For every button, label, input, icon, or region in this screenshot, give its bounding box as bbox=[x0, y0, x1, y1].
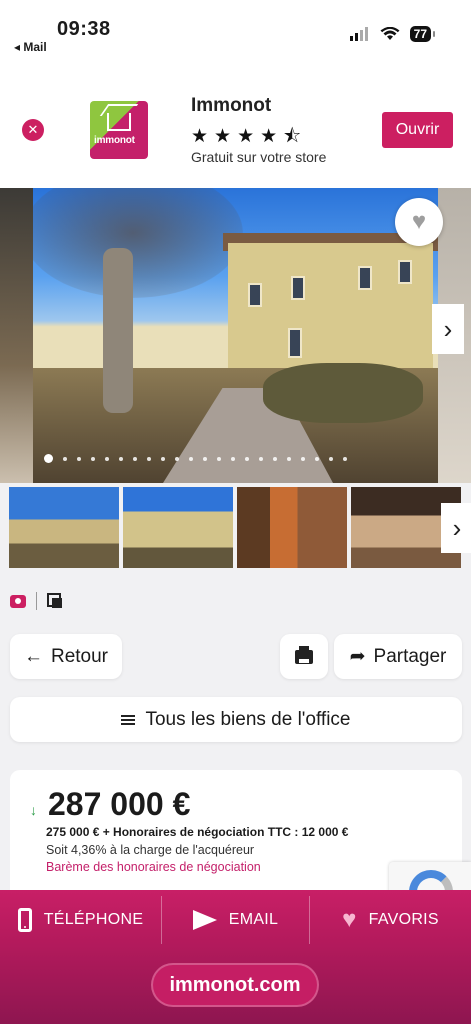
share-button[interactable]: ➦ Partager bbox=[334, 634, 462, 679]
share-icon: ➦ bbox=[349, 646, 366, 667]
favorite-heart-button[interactable]: ♥ bbox=[395, 198, 443, 246]
battery-indicator: 77 bbox=[409, 26, 436, 42]
favorites-label: FAVORIS bbox=[368, 911, 439, 928]
thumbnail-strip: › bbox=[9, 487, 471, 569]
app-subtitle: Gratuit sur votre store bbox=[191, 149, 327, 165]
status-time: 09:38 bbox=[57, 18, 111, 40]
logo-house-shape bbox=[107, 113, 131, 131]
bottom-action-bar: TÉLÉPHONE EMAIL ♥ FAVORIS immonot.com bbox=[0, 890, 471, 1024]
phone-icon bbox=[17, 908, 32, 932]
photo-window bbox=[291, 276, 305, 300]
photo-bush bbox=[263, 363, 423, 423]
menu-icon bbox=[121, 714, 136, 725]
carousel-dot[interactable] bbox=[315, 456, 319, 461]
back-to-mail-link[interactable]: ◂ Mail bbox=[14, 40, 47, 54]
thumbnail-photo[interactable] bbox=[9, 487, 119, 568]
carousel-dot[interactable] bbox=[231, 456, 235, 461]
carousel-dot[interactable] bbox=[63, 456, 67, 461]
immonot-logo: immonot bbox=[90, 101, 148, 159]
arrow-left-icon: ← bbox=[23, 645, 43, 667]
price-down-arrow-icon: ↓ bbox=[30, 802, 37, 818]
previous-photo-peek bbox=[0, 188, 33, 483]
status-icons: 77 bbox=[349, 26, 436, 42]
carousel-dot[interactable] bbox=[329, 456, 333, 461]
open-app-button[interactable]: Ouvrir bbox=[382, 112, 453, 148]
carousel-dot[interactable] bbox=[343, 456, 347, 461]
phone-button[interactable]: TÉLÉPHONE bbox=[0, 890, 161, 950]
share-label: Partager bbox=[373, 645, 447, 667]
carousel-dot[interactable] bbox=[44, 454, 53, 463]
photo-carousel[interactable]: ♥ › bbox=[0, 188, 471, 483]
carousel-dot[interactable] bbox=[189, 456, 193, 461]
status-bar: 09:38 ◂ Mail 77 bbox=[0, 0, 471, 60]
photo-window bbox=[358, 266, 372, 290]
carousel-dot[interactable] bbox=[245, 456, 249, 461]
email-button[interactable]: EMAIL bbox=[162, 890, 309, 950]
buyer-charge-text: Soit 4,36% à la charge de l'acquéreur bbox=[46, 843, 255, 857]
carousel-dot[interactable] bbox=[133, 456, 137, 461]
photo-tree-trunk bbox=[103, 248, 133, 413]
carousel-dot[interactable] bbox=[259, 456, 263, 461]
next-photo-button[interactable]: › bbox=[432, 304, 464, 354]
back-button[interactable]: ← Retour bbox=[10, 634, 122, 679]
site-domain-pill[interactable]: immonot.com bbox=[151, 963, 319, 1007]
media-separator bbox=[36, 592, 37, 610]
signal-icon bbox=[349, 27, 368, 41]
carousel-dot[interactable] bbox=[175, 456, 179, 461]
all-office-listings-label: Tous les biens de l'office bbox=[145, 708, 351, 730]
carousel-dot[interactable] bbox=[91, 456, 95, 461]
carousel-dot[interactable] bbox=[147, 456, 151, 461]
fee-scale-link[interactable]: Barème des honoraires de négociation bbox=[46, 860, 261, 874]
price-amount: 287 000 € bbox=[48, 786, 191, 822]
camera-icon[interactable] bbox=[10, 594, 26, 608]
carousel-dot[interactable] bbox=[301, 456, 305, 461]
carousel-dot[interactable] bbox=[287, 456, 291, 461]
price-detail: 275 000 € + Honoraires de négociation TT… bbox=[46, 825, 349, 839]
carousel-dot[interactable] bbox=[161, 456, 165, 461]
heart-icon: ♥ bbox=[342, 906, 357, 933]
logo-text: immonot bbox=[94, 135, 135, 146]
close-banner-button[interactable]: ✕ bbox=[22, 119, 44, 141]
email-label: EMAIL bbox=[228, 911, 279, 928]
print-button[interactable] bbox=[280, 634, 328, 679]
app-name: Immonot bbox=[191, 95, 272, 116]
favorites-button[interactable]: ♥ FAVORIS bbox=[310, 890, 471, 950]
thumbnail-photo[interactable] bbox=[123, 487, 233, 568]
carousel-dot[interactable] bbox=[203, 456, 207, 461]
carousel-dot[interactable] bbox=[273, 456, 277, 461]
carousel-dot[interactable] bbox=[77, 456, 81, 461]
next-thumbnails-button[interactable]: › bbox=[441, 503, 471, 553]
photo-window bbox=[288, 328, 302, 358]
app-banner: ✕ immonot Immonot ★★★★⯪ Gratuit sur votr… bbox=[0, 60, 471, 188]
send-icon bbox=[192, 910, 217, 930]
photo-tree-branches bbox=[33, 188, 243, 298]
main-property-photo[interactable] bbox=[33, 188, 438, 483]
carousel-dot[interactable] bbox=[119, 456, 123, 461]
printer-icon bbox=[295, 645, 313, 664]
carousel-dots bbox=[44, 454, 347, 463]
gallery-icon[interactable] bbox=[47, 593, 63, 609]
carousel-dot[interactable] bbox=[217, 456, 221, 461]
wifi-icon bbox=[380, 27, 400, 40]
all-office-listings-button[interactable]: Tous les biens de l'office bbox=[10, 697, 462, 742]
photo-window bbox=[248, 283, 262, 307]
phone-label: TÉLÉPHONE bbox=[43, 911, 144, 928]
back-label: Retour bbox=[50, 645, 109, 667]
media-type-icons bbox=[10, 592, 63, 610]
photo-window bbox=[398, 260, 412, 284]
carousel-dot[interactable] bbox=[105, 456, 109, 461]
thumbnail-photo[interactable] bbox=[237, 487, 347, 568]
